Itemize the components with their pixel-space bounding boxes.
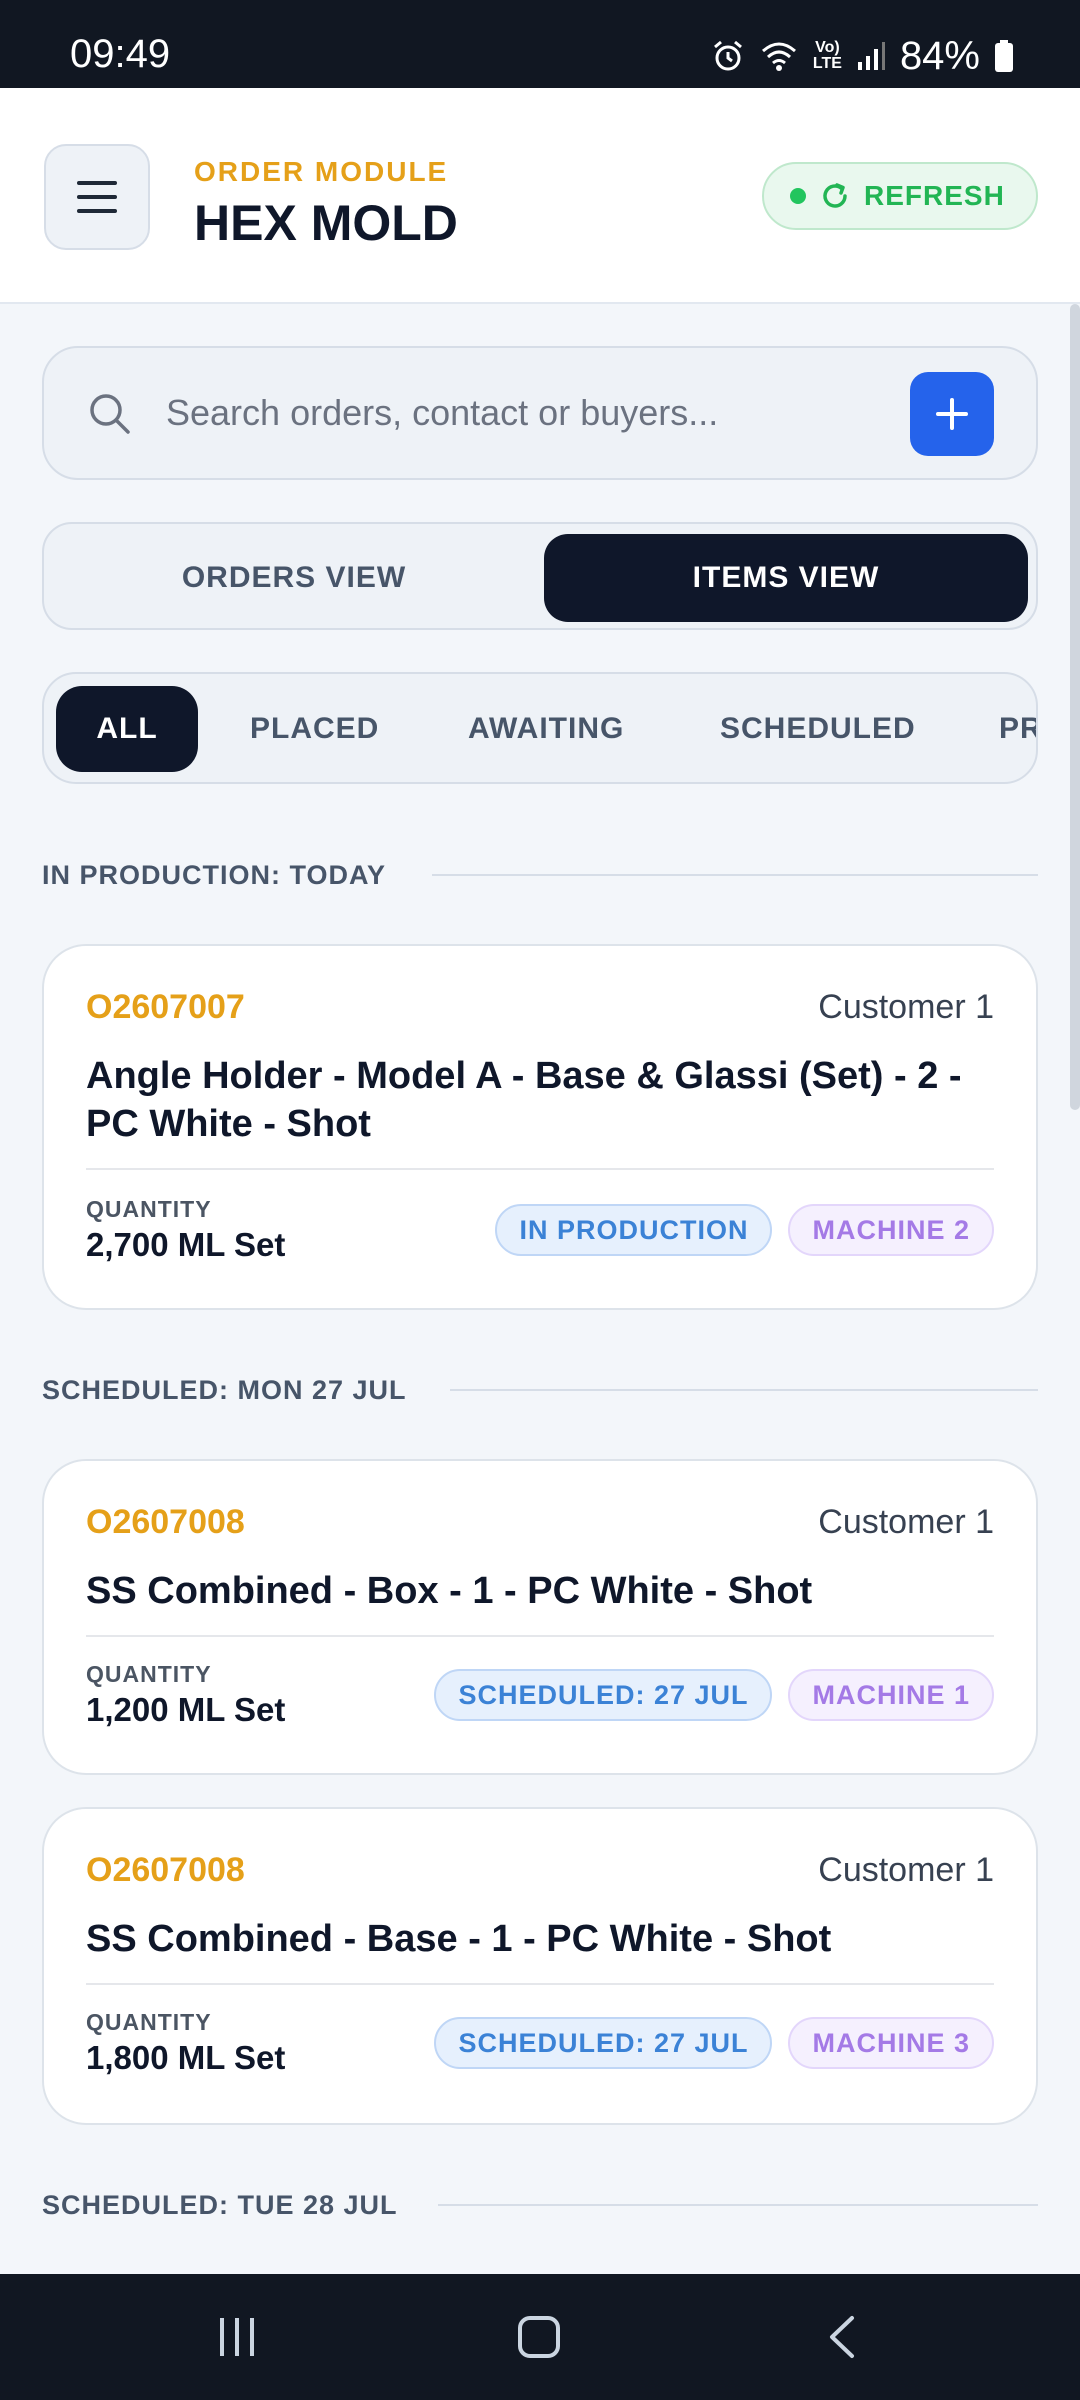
order-number[interactable]: O2607008 (86, 1503, 245, 1542)
battery-icon (995, 40, 1013, 72)
status-time: 09:49 (70, 32, 171, 76)
customer-name: Customer 1 (818, 1851, 994, 1889)
status-icons: Vo) LTE 84% (711, 36, 1014, 76)
status-bar: 09:49 Vo) LTE 84% (0, 0, 1080, 88)
refresh-button[interactable]: REFRESH (762, 162, 1038, 230)
card-badges: SCHEDULED: 27 JUL MACHINE 1 (434, 1669, 994, 1721)
status-badge: SCHEDULED: 27 JUL (434, 2017, 773, 2069)
card-divider (86, 1983, 994, 1985)
machine-badge: MACHINE 2 (788, 1204, 994, 1256)
home-icon[interactable] (516, 2314, 562, 2360)
section-header: SCHEDULED: TUE 28 JUL (42, 2190, 398, 2220)
system-nav-bar (0, 2274, 1080, 2400)
scrollbar[interactable] (1070, 304, 1080, 1110)
customer-name: Customer 1 (818, 1503, 994, 1541)
items-view-tab[interactable]: ITEMS VIEW (544, 534, 1028, 622)
refresh-label: REFRESH (864, 180, 1005, 211)
wifi-icon (761, 42, 796, 71)
search-input[interactable] (166, 392, 866, 434)
refresh-icon (823, 183, 847, 208)
section-divider (450, 1389, 1038, 1391)
module-label: ORDER MODULE (194, 156, 449, 187)
add-order-button[interactable] (910, 372, 994, 456)
section-header: SCHEDULED: MON 27 JUL (42, 1375, 407, 1405)
filter-chip-placed[interactable]: PLACED (250, 686, 379, 772)
search-bar (42, 346, 1038, 480)
hamburger-menu-icon (77, 181, 117, 213)
item-title: SS Combined - Base - 1 - PC White - Shot (86, 1918, 832, 1960)
order-number[interactable]: O2607007 (86, 988, 245, 1027)
item-title: Angle Holder - Model A - Base & Glassi (… (86, 1055, 962, 1145)
battery-percent: 84% (899, 34, 980, 78)
volte-label: Vo) (815, 39, 840, 56)
quantity-label: QUANTITY (86, 1196, 212, 1222)
machine-badge: MACHINE 3 (788, 2017, 994, 2069)
item-title: SS Combined - Box - 1 - PC White - Shot (86, 1570, 813, 1612)
view-toggle: ORDERS VIEW ITEMS VIEW (42, 522, 1038, 630)
card-badges: SCHEDULED: 27 JUL MACHINE 3 (434, 2017, 994, 2069)
quantity-value: 1,200 ML Set (86, 1691, 286, 1728)
quantity-label: QUANTITY (86, 1661, 212, 1687)
app-header: ORDER MODULE HEX MOLD REFRESH (0, 88, 1080, 304)
card-divider (86, 1168, 994, 1170)
quantity-label: QUANTITY (86, 2009, 212, 2035)
status-filter-bar: ALL PLACED AWAITING SCHEDULED PR (42, 672, 1038, 784)
page-title: HEX MOLD (194, 195, 458, 251)
order-item-card[interactable]: O2607008 Customer 1 SS Combined - Box - … (42, 1459, 1038, 1775)
filter-chip-awaiting[interactable]: AWAITING (468, 686, 624, 772)
status-badge: IN PRODUCTION (495, 1204, 773, 1256)
order-number[interactable]: O2607008 (86, 1851, 245, 1890)
live-status-dot (790, 188, 806, 204)
plus-icon (936, 398, 968, 430)
section-header: IN PRODUCTION: TODAY (42, 860, 387, 890)
lte-label: LTE (812, 55, 842, 72)
menu-button[interactable] (44, 144, 150, 250)
section-divider (432, 874, 1038, 876)
quantity-value: 1,800 ML Set (86, 2039, 286, 2076)
customer-name: Customer 1 (818, 988, 994, 1026)
order-item-card[interactable]: O2607007 Customer 1 Angle Holder - Model… (42, 944, 1038, 1310)
status-badge: SCHEDULED: 27 JUL (434, 1669, 773, 1721)
filter-chip-scheduled[interactable]: SCHEDULED (720, 686, 916, 772)
alarm-icon (713, 40, 742, 71)
quantity-value: 2,700 ML Set (86, 1226, 286, 1263)
card-badges: IN PRODUCTION MACHINE 2 (495, 1204, 994, 1256)
back-icon[interactable] (820, 2314, 866, 2360)
section-divider (438, 2204, 1038, 2206)
orders-view-tab[interactable]: ORDERS VIEW (54, 534, 534, 622)
filter-chip-production[interactable]: PR (999, 686, 1036, 772)
search-icon (90, 394, 130, 434)
volte-icon: Vo) LTE (813, 40, 842, 72)
recent-apps-icon[interactable] (214, 2314, 260, 2360)
filter-chip-all[interactable]: ALL (56, 686, 198, 772)
order-item-card[interactable]: O2607008 Customer 1 SS Combined - Base -… (42, 1807, 1038, 2125)
signal-icon (857, 42, 885, 70)
card-divider (86, 1635, 994, 1637)
machine-badge: MACHINE 1 (788, 1669, 994, 1721)
